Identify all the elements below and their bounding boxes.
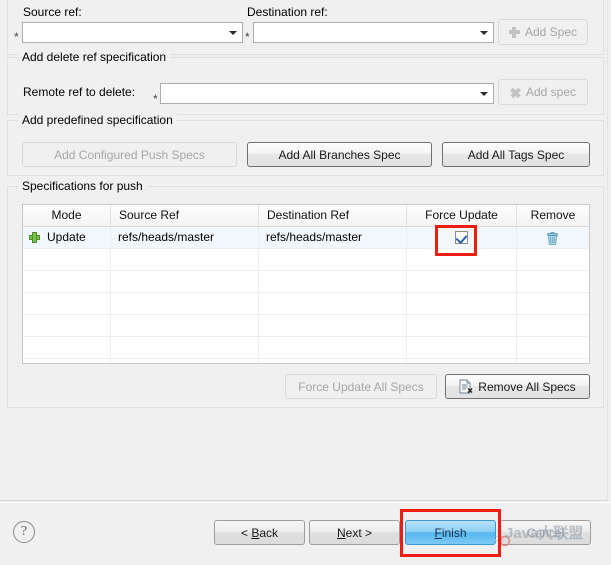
destination-ref-required-marker: * bbox=[245, 32, 250, 42]
finish-button-label: Finish bbox=[434, 526, 466, 540]
source-ref-required-marker: * bbox=[14, 32, 19, 42]
wizard-content-pane: Source ref: * Destination ref: * Add Spe… bbox=[0, 0, 611, 501]
pane-right-edge bbox=[607, 0, 611, 501]
add-configured-push-specs-button[interactable]: Add Configured Push Specs bbox=[22, 142, 237, 167]
add-all-branches-spec-label: Add All Branches Spec bbox=[278, 148, 400, 162]
destination-ref-combo[interactable] bbox=[253, 22, 494, 43]
column-header-source-ref[interactable]: Source Ref bbox=[111, 205, 259, 226]
add-ref-spec-group: Source ref: * Destination ref: * Add Spe… bbox=[7, 0, 604, 55]
add-delete-spec-button-label: Add spec bbox=[526, 85, 576, 99]
specs-for-push-group-title: Specifications for push bbox=[18, 179, 147, 193]
table-row-empty[interactable] bbox=[23, 337, 589, 359]
next-button[interactable]: Next > bbox=[309, 520, 400, 545]
back-button[interactable]: < Back bbox=[214, 520, 305, 545]
source-ref-dropdown-arrow[interactable] bbox=[224, 24, 241, 41]
predefined-spec-group-title: Add predefined specification bbox=[18, 113, 177, 127]
delete-ref-spec-group: Add delete ref specification Remote ref … bbox=[7, 57, 604, 115]
force-update-checkbox[interactable] bbox=[455, 231, 468, 244]
add-all-branches-spec-button[interactable]: Add All Branches Spec bbox=[247, 142, 432, 167]
chevron-down-icon bbox=[480, 31, 488, 35]
column-header-remove[interactable]: Remove bbox=[517, 205, 589, 226]
specs-for-push-group: Specifications for push Mode Source Ref … bbox=[7, 186, 604, 408]
chevron-down-icon bbox=[229, 31, 237, 35]
add-spec-button[interactable]: Add Spec bbox=[498, 19, 588, 45]
x-icon bbox=[510, 87, 521, 98]
remove-all-specs-label: Remove All Specs bbox=[478, 380, 575, 394]
push-wizard-page: Source ref: * Destination ref: * Add Spe… bbox=[0, 0, 611, 564]
table-row[interactable]: Update refs/heads/master refs/heads/mast… bbox=[23, 227, 589, 249]
source-ref-label: Source ref: bbox=[23, 5, 82, 19]
remote-ref-to-delete-label: Remote ref to delete: bbox=[23, 85, 135, 99]
back-button-label: < Back bbox=[241, 526, 278, 540]
remote-ref-to-delete-combo[interactable] bbox=[160, 83, 494, 104]
destination-ref-label: Destination ref: bbox=[247, 5, 328, 19]
question-mark-icon[interactable]: ? bbox=[13, 521, 35, 543]
next-button-label: Next > bbox=[337, 526, 372, 540]
delete-ref-spec-group-title: Add delete ref specification bbox=[18, 50, 170, 64]
column-header-mode[interactable]: Mode bbox=[23, 205, 111, 226]
table-row-empty[interactable] bbox=[23, 359, 589, 364]
cell-mode: Update bbox=[47, 230, 86, 244]
cell-source-ref: refs/heads/master bbox=[111, 227, 259, 248]
plus-icon bbox=[509, 27, 520, 38]
green-plus-icon bbox=[29, 232, 40, 243]
cell-destination-ref: refs/heads/master bbox=[259, 227, 407, 248]
remove-all-specs-button[interactable]: Remove All Specs bbox=[445, 374, 590, 399]
add-all-tags-spec-label: Add All Tags Spec bbox=[468, 148, 565, 162]
table-row-empty[interactable] bbox=[23, 315, 589, 337]
cancel-button-label: Cancel bbox=[527, 526, 564, 540]
table-row-empty[interactable] bbox=[23, 271, 589, 293]
add-delete-spec-button[interactable]: Add spec bbox=[498, 79, 588, 105]
table-header-row: Mode Source Ref Destination Ref Force Up… bbox=[23, 205, 589, 227]
check-icon bbox=[456, 232, 468, 244]
finish-button[interactable]: Finish bbox=[405, 520, 496, 545]
add-all-tags-spec-button[interactable]: Add All Tags Spec bbox=[442, 142, 590, 167]
add-configured-push-specs-label: Add Configured Push Specs bbox=[54, 148, 205, 162]
force-update-all-specs-button[interactable]: Force Update All Specs bbox=[285, 374, 437, 399]
document-delete-icon bbox=[459, 379, 473, 394]
chevron-down-icon bbox=[480, 92, 488, 96]
table-row-empty[interactable] bbox=[23, 249, 589, 271]
remote-ref-required-marker: * bbox=[153, 94, 158, 104]
source-ref-combo[interactable] bbox=[22, 22, 243, 43]
push-specs-table[interactable]: Mode Source Ref Destination Ref Force Up… bbox=[22, 204, 590, 364]
column-header-force-update[interactable]: Force Update bbox=[407, 205, 517, 226]
trash-icon[interactable] bbox=[547, 231, 558, 244]
table-row-empty[interactable] bbox=[23, 293, 589, 315]
force-update-all-specs-label: Force Update All Specs bbox=[298, 380, 423, 394]
remote-ref-dropdown-arrow[interactable] bbox=[475, 85, 492, 102]
add-spec-button-label: Add Spec bbox=[525, 25, 577, 39]
cancel-button[interactable]: Cancel bbox=[500, 520, 591, 545]
column-header-destination-ref[interactable]: Destination Ref bbox=[259, 205, 407, 226]
predefined-spec-group: Add predefined specification Add Configu… bbox=[7, 120, 604, 176]
destination-ref-dropdown-arrow[interactable] bbox=[475, 24, 492, 41]
